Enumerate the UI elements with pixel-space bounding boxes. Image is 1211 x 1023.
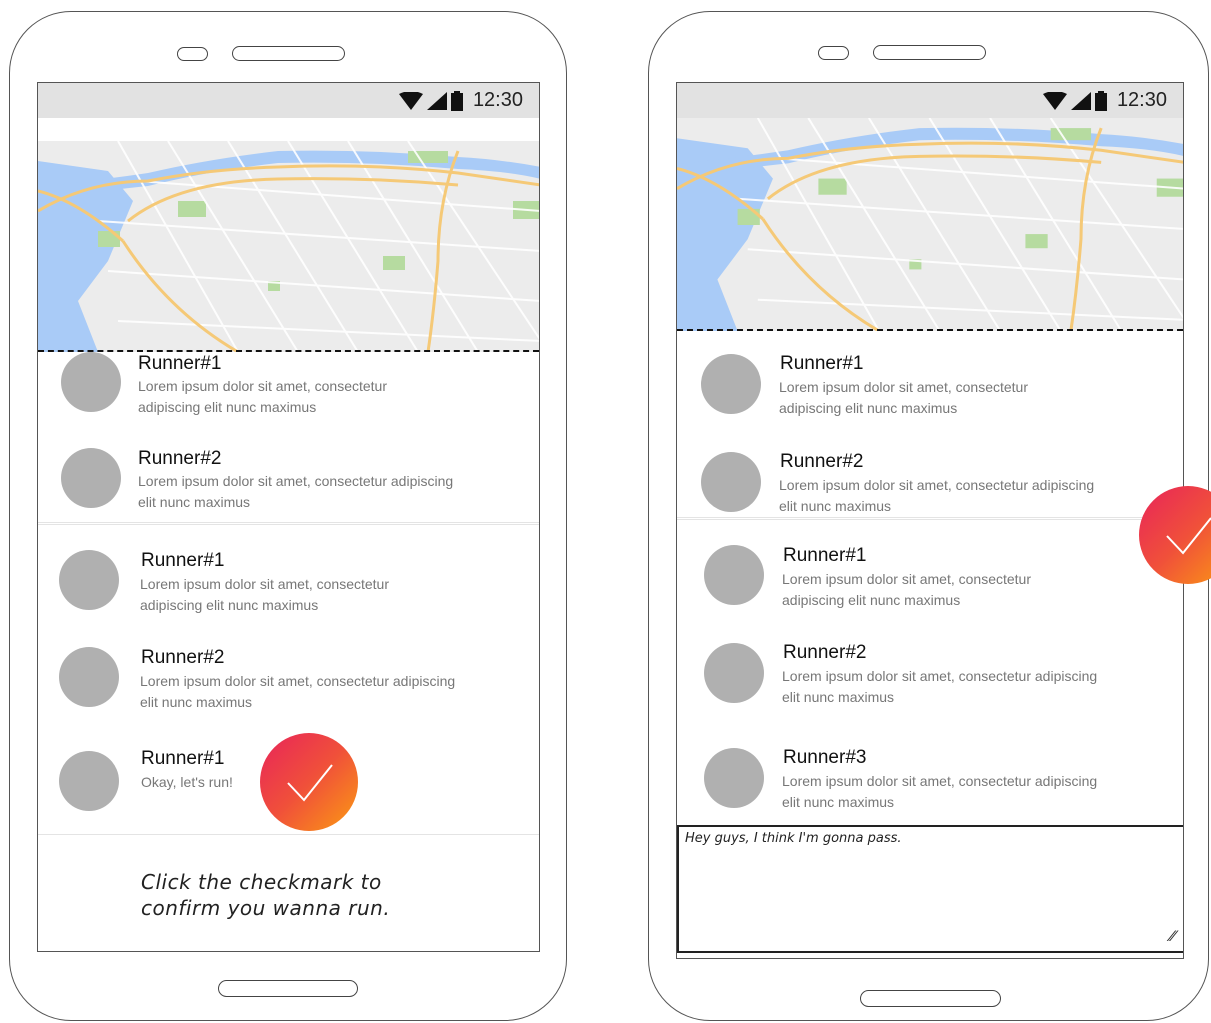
right-phone-frame: 12:30 Runner#1 Lorem ipsum dolor sit ame…	[648, 11, 1211, 1021]
home-button[interactable]	[218, 980, 358, 997]
list-item[interactable]: Runner#2 Lorem ipsum dolor sit amet, con…	[677, 447, 1183, 537]
avatar	[59, 550, 119, 610]
runner-description: Lorem ipsum dolor sit amet, consectetur a…	[782, 571, 1031, 608]
checkmark-icon	[287, 764, 333, 802]
confirm-checkmark-button[interactable]	[260, 733, 358, 831]
map-divider	[677, 329, 1183, 331]
runner-name: Runner#1	[780, 353, 864, 374]
avatar	[61, 352, 121, 412]
status-bar: 12:30	[38, 83, 539, 118]
list-separator	[38, 524, 539, 525]
runner-description: Lorem ipsum dolor sit amet, consectetur a…	[138, 378, 387, 415]
runner-name: Runner#1	[138, 353, 222, 374]
left-screen: 12:30 Runner#1 Lorem ipsum dolor sit ame…	[37, 82, 540, 952]
status-bar: 12:30	[677, 83, 1183, 118]
list-separator	[677, 517, 1183, 518]
wifi-icon	[398, 91, 423, 110]
runner-description: Lorem ipsum dolor sit amet, consectetur …	[140, 673, 456, 710]
battery-icon	[450, 90, 463, 111]
avatar	[61, 448, 121, 508]
status-time: 12:30	[1116, 89, 1167, 111]
avatar	[704, 643, 764, 703]
speaker-slot	[873, 45, 986, 60]
runner-name: Runner#2	[783, 642, 867, 663]
runner-description: Lorem ipsum dolor sit amet, consectetur …	[779, 477, 1095, 514]
list-item[interactable]: Runner#3 Lorem ipsum dolor sit amet, con…	[677, 743, 1183, 833]
message-value: Hey guys, I think I'm gonna pass.	[685, 831, 902, 846]
runner-name: Runner#2	[138, 448, 222, 469]
battery-icon	[1094, 90, 1107, 111]
list-item[interactable]: Runner#1 Lorem ipsum dolor sit amet, con…	[677, 539, 1183, 629]
resize-handle-icon[interactable]: ⁄⁄	[1170, 929, 1175, 945]
message-input[interactable]: Hey guys, I think I'm gonna pass. ⁄⁄	[677, 825, 1183, 953]
list-item[interactable]: Runner#2 Lorem ipsum dolor sit amet, con…	[677, 638, 1183, 728]
list-item[interactable]: Runner#2 Lorem ipsum dolor sit amet, con…	[38, 629, 539, 719]
status-time: 12:30	[472, 89, 523, 111]
right-screen: 12:30 Runner#1 Lorem ipsum dolor sit ame…	[676, 82, 1184, 959]
avatar	[701, 452, 761, 512]
home-button[interactable]	[860, 990, 1001, 1007]
camera-dot	[177, 47, 208, 61]
list-separator	[38, 834, 539, 835]
runner-name: Runner#1	[783, 545, 867, 566]
runner-description: Lorem ipsum dolor sit amet, consectetur a…	[140, 576, 389, 613]
runner-description: Lorem ipsum dolor sit amet, consectetur …	[782, 773, 1098, 810]
list-item[interactable]: Runner#1 Lorem ipsum dolor sit amet, con…	[38, 533, 539, 623]
confirm-checkmark-button[interactable]	[1139, 486, 1211, 584]
avatar	[704, 748, 764, 808]
speaker-slot	[232, 46, 345, 61]
list-separator	[38, 522, 539, 523]
runner-name: Runner#1	[141, 550, 225, 571]
map-view[interactable]	[677, 118, 1183, 331]
runner-name: Runner#2	[141, 647, 225, 668]
avatar	[701, 354, 761, 414]
left-phone-frame: 12:30 Runner#1 Lorem ipsum dolor sit ame…	[9, 11, 567, 1021]
runner-name: Runner#3	[783, 747, 867, 768]
camera-dot	[818, 46, 849, 60]
signal-icon	[1070, 91, 1091, 110]
runner-description: Lorem ipsum dolor sit amet, consectetur …	[782, 668, 1098, 705]
runner-name: Runner#2	[780, 451, 864, 472]
avatar	[59, 647, 119, 707]
list-item[interactable]: Runner#2 Lorem ipsum dolor sit amet, con…	[38, 441, 539, 531]
runner-description: Lorem ipsum dolor sit amet, consectetur a…	[779, 379, 1028, 416]
checkmark-icon	[1166, 517, 1211, 555]
instruction-note: Click the checkmark to confirm you wanna …	[141, 870, 391, 920]
map-view[interactable]	[38, 141, 539, 352]
list-item[interactable]: Runner#1 Lorem ipsum dolor sit amet, con…	[677, 348, 1183, 438]
runner-description: Lorem ipsum dolor sit amet, consectetur …	[138, 473, 454, 510]
runner-name: Runner#1	[141, 748, 225, 769]
list-item[interactable]: Runner#1 Lorem ipsum dolor sit amet, con…	[38, 345, 539, 435]
avatar	[59, 751, 119, 811]
runner-description: Okay, let's run!	[141, 774, 233, 790]
signal-icon	[426, 91, 447, 110]
avatar	[704, 545, 764, 605]
list-separator	[677, 519, 1183, 520]
wifi-icon	[1042, 91, 1067, 110]
